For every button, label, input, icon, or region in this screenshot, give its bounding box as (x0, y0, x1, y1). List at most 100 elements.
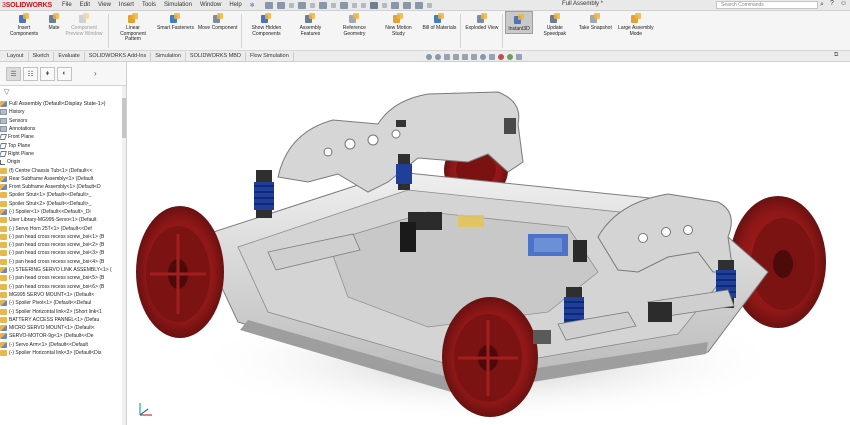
tree-item[interactable]: (-) pan head cross recess screw_bsi<4> (… (0, 258, 126, 266)
tree-item[interactable]: (-) pan head cross recess screw_bsi<1> (… (0, 233, 126, 241)
undo-icon[interactable] (360, 2, 366, 8)
tree-item[interactable]: Top Plane (0, 141, 126, 149)
insert-components-button[interactable]: Insert Components (2, 11, 46, 37)
instant3d-button[interactable]: Instant3D (505, 11, 533, 34)
large-assembly-mode-button[interactable]: Large Assembly Mode (614, 11, 658, 37)
appearance-manager-tab-icon[interactable]: ◐ (57, 66, 72, 81)
move-component-button[interactable]: Move Component (196, 11, 239, 32)
tree-item[interactable]: (-) pan head cross recess screw_bsi<3> (… (0, 249, 126, 257)
reference-geometry-button[interactable]: Reference Geometry (332, 11, 376, 37)
tree-item[interactable]: Annotations (0, 125, 126, 133)
tree-item[interactable]: (f) Centre Chassis Tub<1> (Default<< (0, 166, 126, 174)
configuration-manager-tab-icon[interactable]: ⬧ (40, 66, 55, 81)
chevron-right-icon[interactable]: › (94, 69, 97, 78)
component-preview-window-button[interactable]: Component Preview Window (62, 11, 106, 37)
apply-scene-icon[interactable] (507, 54, 513, 60)
menu-edit[interactable]: Edit (80, 2, 90, 9)
tab-simulation[interactable]: Simulation (151, 52, 186, 61)
tree-item[interactable]: Front Subframe Assembly<1> (Default<D (0, 183, 126, 191)
open-icon[interactable] (297, 1, 306, 9)
search-icon[interactable]: ⌕ (820, 1, 828, 9)
rc-car-assembly-model[interactable] (128, 62, 850, 425)
shock-absorber-rear-left[interactable] (254, 170, 274, 218)
scrollbar-thumb[interactable] (122, 98, 126, 138)
menu-view[interactable]: View (98, 2, 111, 9)
menu-help[interactable]: Help (229, 2, 241, 9)
smart-fasteners-button[interactable]: Smart Fasteners (155, 11, 196, 32)
app-logo[interactable]: 3SOLIDWORKS (0, 2, 62, 9)
feature-manager-tab-icon[interactable]: ☰ (6, 66, 21, 81)
restore-window-icon[interactable]: ⧉ (834, 52, 838, 59)
tab-layout[interactable]: Layout (3, 52, 29, 61)
tree-item[interactable]: (-) Spoiler Horizontal link<3> (Default<… (0, 349, 126, 357)
tree-item[interactable]: Origin (0, 158, 126, 166)
tree-item[interactable]: Spoiler Strut<1> (Default<<Default>_ (0, 191, 126, 199)
search-commands-input[interactable]: Search Commands (716, 1, 818, 9)
mate-button[interactable]: Mate (46, 11, 62, 32)
tab-flow-simulation[interactable]: Flow Simulation (246, 52, 294, 61)
dropdown-icon[interactable] (288, 2, 294, 8)
select-icon[interactable] (369, 1, 378, 9)
section-view-icon[interactable] (453, 54, 459, 60)
menu-file[interactable]: File (62, 2, 72, 9)
tree-item[interactable]: MG995 SERVO MOUNT<1> (Default< (0, 291, 126, 299)
tree-root[interactable]: Full Assembly (Default<Display State-1>) (0, 100, 126, 108)
tree-item[interactable]: History (0, 108, 126, 116)
tab-sketch[interactable]: Sketch (29, 52, 55, 61)
tree-item[interactable]: Right Plane (0, 150, 126, 158)
filter-icon[interactable]: ▽ (4, 88, 9, 96)
tree-item[interactable]: MICRO SERVO MOUNT<1> (Default< (0, 324, 126, 332)
tab-solidworks-mbd[interactable]: SOLIDWORKS MBD (186, 52, 246, 61)
menu-tools[interactable]: Tools (142, 2, 156, 9)
linear-component-pattern-button[interactable]: Linear Component Pattern (111, 11, 155, 43)
wheel-rear-left[interactable] (136, 206, 224, 338)
tree-item[interactable]: (-) Spoiler<1> (Default<<Default>_Di (0, 208, 126, 216)
tree-item[interactable]: Front Plane (0, 133, 126, 141)
new-document-icon[interactable] (276, 1, 285, 9)
tree-item[interactable]: (-) Spoiler Horizontal link<2> (Short li… (0, 307, 126, 315)
menu-window[interactable]: Window (200, 2, 221, 9)
tree-item[interactable]: Spoiler Strut<2> (Default<<Default>_ (0, 200, 126, 208)
tab-solidworks-add-ins[interactable]: SOLIDWORKS Add-Ins (85, 52, 152, 61)
assembly-features-button[interactable]: Assembly Features (288, 11, 332, 37)
dropdown-icon[interactable] (330, 2, 336, 8)
property-manager-tab-icon[interactable]: ☷ (23, 66, 38, 81)
previous-view-icon[interactable] (444, 54, 450, 60)
tree-item[interactable]: (-) Servo Horn 25T<1> (Default<<Def (0, 224, 126, 232)
rebuild-icon[interactable] (390, 1, 399, 9)
edit-appearance-icon[interactable] (498, 54, 504, 60)
menu-simulation[interactable]: Simulation (164, 2, 192, 9)
dropdown-icon[interactable] (309, 2, 315, 8)
view-settings-icon[interactable] (516, 54, 522, 60)
dynamic-annotation-icon[interactable] (462, 54, 468, 60)
tree-item[interactable]: (-) STEERING SERVO LINK ASSEMBLY<1> ( (0, 266, 126, 274)
dropdown-icon[interactable] (426, 2, 432, 8)
hide-show-items-icon[interactable] (489, 54, 495, 60)
view-orientation-icon[interactable] (471, 54, 477, 60)
tree-item[interactable]: BATTERY ACCESS PANNEL<1> (Defau (0, 316, 126, 324)
bill-of-materials-button[interactable]: Bill of Materials (420, 11, 458, 32)
user-icon[interactable]: ☺ (840, 0, 847, 7)
print-icon[interactable] (339, 1, 348, 9)
file-properties-icon[interactable] (402, 1, 411, 9)
tree-item[interactable]: (-) pan head cross recess screw_bsi<2> (… (0, 241, 126, 249)
tab-evaluate[interactable]: Evaluate (54, 52, 85, 61)
dropdown-icon[interactable] (351, 2, 357, 8)
new-motion-study-button[interactable]: New Motion Study (376, 11, 420, 37)
dropdown-icon[interactable] (381, 2, 387, 8)
wheel-front-left[interactable] (442, 297, 538, 417)
pin-menu-icon[interactable]: ✲ (250, 2, 255, 9)
zoom-to-area-icon[interactable] (435, 54, 441, 60)
display-style-icon[interactable] (480, 54, 486, 60)
tree-item[interactable]: (-) Servo Arm<1> (Default<<Default (0, 341, 126, 349)
tree-item[interactable]: (-) pan head cross recess screw_bsi<5> (… (0, 274, 126, 282)
graphics-area[interactable] (128, 62, 850, 425)
update-speedpak-button[interactable]: Update Speedpak (533, 11, 577, 37)
tree-item[interactable]: (-) Spoiler Pivot<1> (Default<<Defaul (0, 299, 126, 307)
exploded-view-button[interactable]: Exploded View (463, 11, 500, 32)
show-hidden-components-button[interactable]: Show Hidden Components (244, 11, 288, 37)
menu-insert[interactable]: Insert (119, 2, 134, 9)
take-snapshot-button[interactable]: Take Snapshot (577, 11, 614, 32)
tree-item[interactable]: User Library-MG995-Servo<1> (Default (0, 216, 126, 224)
tree-item[interactable]: Sensors (0, 117, 126, 125)
